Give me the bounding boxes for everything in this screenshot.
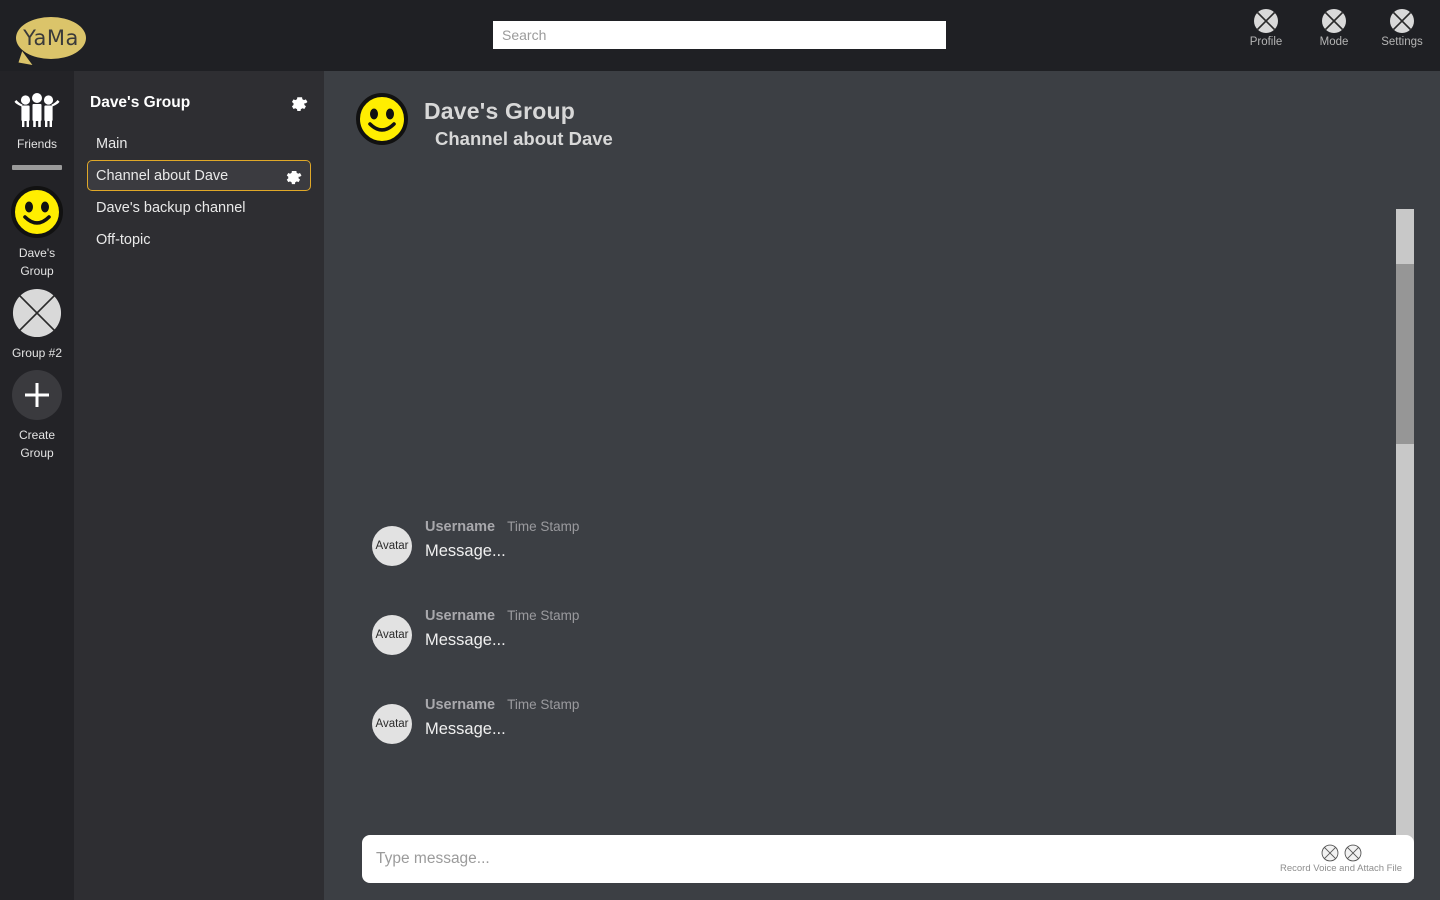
message-text: Message... [425, 720, 506, 738]
profile-button[interactable]: Profile [1242, 8, 1290, 48]
gear-icon[interactable] [289, 93, 308, 112]
smiley-face-icon [11, 186, 63, 238]
mode-label: Mode [1319, 36, 1349, 48]
settings-button[interactable]: Settings [1378, 8, 1426, 48]
message-row: Avatar Username Time Stamp Message... [324, 511, 1394, 566]
scrollbar-thumb[interactable] [1396, 264, 1414, 444]
channel-label: Off-topic [96, 231, 151, 248]
avatar: Avatar [372, 615, 412, 655]
gear-icon[interactable] [284, 167, 302, 185]
channel-label: Channel about Dave [96, 167, 229, 184]
channel-item-channel-about-dave[interactable]: Channel about Dave [87, 160, 311, 191]
create-group-button[interactable] [12, 370, 62, 420]
message-list: Avatar Username Time Stamp Message... Av… [324, 511, 1394, 778]
x-circle-icon [1322, 9, 1346, 33]
group-title: Dave's Group [90, 93, 191, 111]
rail-item-label: Create Group [18, 428, 56, 460]
chat-header: Dave's Group Channel about Dave [356, 93, 613, 150]
rail-item-label: Dave's Group [18, 246, 56, 278]
search-input[interactable] [493, 21, 946, 49]
channel-label: Dave's backup channel [96, 199, 246, 216]
avatar: Avatar [372, 704, 412, 744]
smiley-face-icon [356, 93, 408, 145]
message-text: Message... [425, 631, 506, 649]
rail-item-create-group[interactable]: Create Group [0, 370, 74, 462]
channel-sidebar: Dave's Group Main Channel about Dave Dav… [74, 71, 324, 900]
x-circle-icon [12, 288, 62, 338]
speech-bubble-tail-icon [18, 51, 36, 67]
top-bar-actions: Profile Mode Settings [1242, 8, 1426, 48]
message-timestamp: Time Stamp [507, 608, 580, 623]
friends-group-icon [14, 93, 60, 127]
message-input[interactable] [362, 850, 1280, 868]
avatar: Avatar [372, 526, 412, 566]
composer-actions: Record Voice and Attach File [1280, 844, 1414, 874]
message-row: Avatar Username Time Stamp Message... [324, 689, 1394, 744]
message-row: Avatar Username Time Stamp Message... [324, 600, 1394, 655]
channel-item-main[interactable]: Main [87, 128, 311, 159]
chat-panel: Dave's Group Channel about Dave Avatar U… [324, 71, 1440, 900]
app-logo[interactable]: YaMa [16, 17, 86, 67]
rail-item-group-2[interactable]: Group #2 [0, 288, 74, 362]
message-text: Message... [425, 542, 506, 560]
scrollbar[interactable] [1396, 209, 1414, 879]
top-bar: YaMa Profile Mode Se [0, 0, 1440, 71]
plus-icon [25, 383, 49, 407]
app-logo-text: YaMa [23, 26, 79, 50]
server-rail: Friends Dave's Group Group #2 Create Gro… [0, 71, 74, 900]
message-username: Username [425, 519, 496, 535]
record-voice-icon[interactable] [1321, 844, 1339, 862]
rail-item-daves-group[interactable]: Dave's Group [0, 186, 74, 280]
page-title: Dave's Group [424, 98, 576, 124]
rail-divider [12, 165, 62, 170]
settings-label: Settings [1381, 36, 1423, 48]
message-username: Username [425, 697, 496, 713]
channel-sidebar-header: Dave's Group [87, 93, 311, 112]
channel-label: Main [96, 135, 128, 152]
profile-label: Profile [1249, 36, 1283, 48]
mode-button[interactable]: Mode [1310, 8, 1358, 48]
message-username: Username [425, 608, 496, 624]
channel-item-off-topic[interactable]: Off-topic [87, 224, 311, 255]
rail-item-label: Group #2 [11, 346, 63, 360]
message-composer: Record Voice and Attach File [362, 835, 1414, 883]
channel-subtitle: Channel about Dave [435, 128, 613, 149]
x-circle-icon [1390, 9, 1414, 33]
attach-file-icon[interactable] [1344, 844, 1362, 862]
rail-item-friends[interactable]: Friends [0, 91, 74, 153]
channel-item-daves-backup-channel[interactable]: Dave's backup channel [87, 192, 311, 223]
message-timestamp: Time Stamp [507, 697, 580, 712]
message-timestamp: Time Stamp [507, 519, 580, 534]
composer-caption: Record Voice and Attach File [1280, 863, 1402, 874]
rail-item-label: Friends [16, 137, 57, 151]
x-circle-icon [1254, 9, 1278, 33]
